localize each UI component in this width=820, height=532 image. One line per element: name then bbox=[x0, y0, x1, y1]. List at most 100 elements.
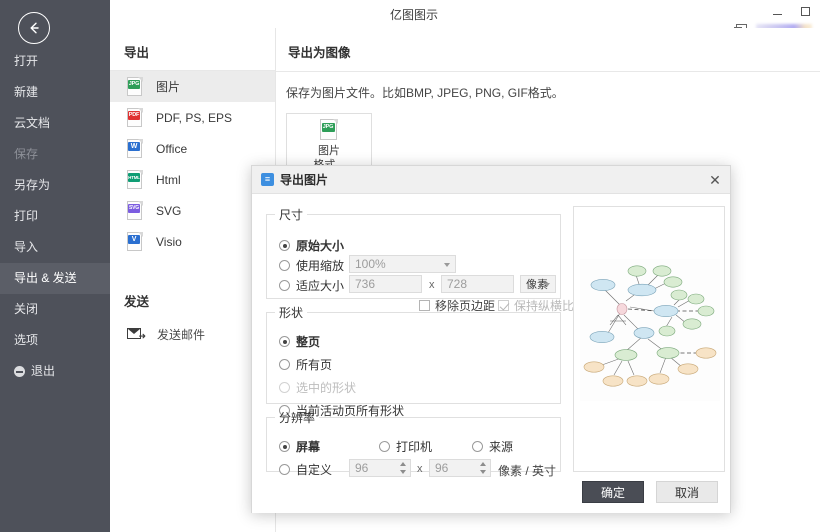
preview-page bbox=[580, 259, 720, 401]
radio-use-scale-button[interactable] bbox=[279, 260, 290, 271]
export-format-label: Office bbox=[156, 141, 188, 156]
radio-original-size[interactable]: 原始大小 bbox=[279, 237, 344, 254]
backstage-menu: 打开 新建 云文档 保存 另存为 打印 导入 导出 & 发送 关闭 选项 退出 bbox=[0, 46, 110, 387]
html-file-icon: HTML bbox=[127, 169, 144, 190]
export-image-dialog: ≡ 导出图片 ✕ 尺寸 原始大小 使用缩放 100% 适应大小 736 x 72… bbox=[251, 165, 731, 513]
radio-source[interactable]: 来源 bbox=[472, 438, 513, 455]
word-tag: W bbox=[128, 141, 140, 151]
dpi-y-stepper[interactable] bbox=[479, 459, 489, 477]
chevron-down-icon bbox=[444, 263, 450, 267]
sidebar-item-export-send[interactable]: 导出 & 发送 bbox=[0, 263, 110, 294]
app-root: 打开 新建 云文档 保存 另存为 打印 导入 导出 & 发送 关闭 选项 退出 … bbox=[0, 0, 820, 532]
radio-printer-button[interactable] bbox=[379, 441, 390, 452]
export-format-label: SVG bbox=[156, 203, 182, 218]
sidebar-item-exit[interactable]: 退出 bbox=[0, 356, 110, 387]
radio-source-button[interactable] bbox=[472, 441, 483, 452]
unit-select[interactable]: 像素 bbox=[520, 275, 556, 293]
radio-fit-size-button[interactable] bbox=[279, 280, 290, 291]
backstage-sidebar: 打开 新建 云文档 保存 另存为 打印 导入 导出 & 发送 关闭 选项 退出 bbox=[0, 0, 110, 532]
dpi-unit-label: 像素 / 英寸 bbox=[498, 464, 557, 478]
mail-icon: ➜ bbox=[127, 327, 146, 341]
sidebar-item-new[interactable]: 新建 bbox=[0, 77, 110, 108]
size-group: 尺寸 原始大小 使用缩放 100% 适应大小 736 x 728 像素 移除页边… bbox=[266, 206, 574, 313]
minimize-button[interactable] bbox=[770, 4, 784, 18]
svg-file-icon: SVG bbox=[127, 200, 144, 221]
scale-select-value: 100% bbox=[355, 257, 386, 271]
export-image-icon: ≡ bbox=[261, 173, 274, 186]
radio-screen-label: 屏幕 bbox=[296, 440, 321, 454]
detail-description: 保存为图片文件。比如BMP, JPEG, PNG, GIF格式。 bbox=[286, 86, 564, 100]
radio-custom-dpi-button[interactable] bbox=[279, 464, 290, 475]
cancel-button[interactable]: 取消 bbox=[656, 481, 718, 503]
jpg-tag: JPG bbox=[128, 79, 140, 89]
sidebar-item-close[interactable]: 关闭 bbox=[0, 294, 110, 325]
radio-all-pages[interactable]: 所有页 bbox=[279, 356, 332, 373]
dialog-title: 导出图片 bbox=[280, 173, 329, 187]
radio-fit-size[interactable]: 适应大小 bbox=[279, 277, 344, 294]
export-format-label: 图片 bbox=[156, 80, 181, 94]
radio-use-scale[interactable]: 使用缩放 bbox=[279, 257, 344, 274]
export-format-label: Html bbox=[156, 172, 181, 187]
size-x-separator: x bbox=[429, 279, 435, 291]
radio-whole-page-label: 整页 bbox=[296, 335, 321, 349]
shape-group: 形状 整页 所有页 选中的形状 当前活动页所有形状 bbox=[266, 304, 561, 418]
title-bar: 亿图图示 bbox=[110, 0, 820, 36]
radio-selected-shapes-label: 选中的形状 bbox=[296, 381, 357, 395]
sidebar-item-save-as[interactable]: 另存为 bbox=[0, 170, 110, 201]
sidebar-item-import[interactable]: 导入 bbox=[0, 232, 110, 263]
jpg-tag: JPG bbox=[321, 122, 335, 132]
pdf-file-icon: PDF bbox=[127, 107, 144, 128]
dialog-buttons: 确定 取消 bbox=[582, 481, 718, 503]
radio-source-label: 来源 bbox=[489, 440, 514, 454]
export-format-label: Visio bbox=[156, 234, 182, 249]
export-format-image[interactable]: JPG 图片 bbox=[110, 71, 275, 102]
image-format-card-line1: 图片 bbox=[318, 144, 340, 157]
export-format-pdf[interactable]: PDF PDF, PS, EPS bbox=[110, 102, 275, 133]
jpg-file-icon: JPG bbox=[319, 118, 339, 141]
chevron-down-icon bbox=[544, 283, 550, 287]
sidebar-item-print[interactable]: 打印 bbox=[0, 201, 110, 232]
visio-tag: V bbox=[128, 234, 140, 244]
exit-icon bbox=[14, 366, 25, 377]
radio-custom-dpi[interactable]: 自定义 bbox=[279, 461, 332, 478]
maximize-button[interactable] bbox=[798, 4, 812, 18]
dialog-body: 尺寸 原始大小 使用缩放 100% 适应大小 736 x 728 像素 移除页边… bbox=[252, 194, 730, 513]
radio-whole-page[interactable]: 整页 bbox=[279, 333, 320, 350]
ok-button[interactable]: 确定 bbox=[582, 481, 644, 503]
radio-screen[interactable]: 屏幕 bbox=[279, 438, 320, 455]
sidebar-item-options[interactable]: 选项 bbox=[0, 325, 110, 356]
pdf-tag: PDF bbox=[128, 110, 140, 120]
dialog-title-bar: ≡ 导出图片 ✕ bbox=[252, 166, 730, 194]
radio-all-pages-button[interactable] bbox=[279, 359, 290, 370]
close-icon[interactable]: ✕ bbox=[707, 172, 723, 188]
radio-printer[interactable]: 打印机 bbox=[379, 438, 432, 455]
export-format-office[interactable]: W Office bbox=[110, 133, 275, 164]
sidebar-item-cloud-docs[interactable]: 云文档 bbox=[0, 108, 110, 139]
word-file-icon: W bbox=[127, 138, 144, 159]
fit-height-input[interactable]: 728 bbox=[441, 275, 514, 293]
back-arrow-icon[interactable] bbox=[18, 12, 50, 44]
radio-selected-shapes-button bbox=[279, 382, 290, 393]
svg-tag: SVG bbox=[128, 203, 140, 213]
fit-width-input[interactable]: 736 bbox=[349, 275, 422, 293]
radio-original-size-button[interactable] bbox=[279, 240, 290, 251]
radio-custom-dpi-label: 自定义 bbox=[296, 463, 333, 477]
scale-select[interactable]: 100% bbox=[349, 255, 456, 273]
jpg-file-icon: JPG bbox=[127, 76, 144, 97]
sidebar-item-exit-label: 退出 bbox=[31, 364, 56, 378]
dpi-x-stepper[interactable] bbox=[399, 459, 409, 477]
resolution-group: 分辨率 屏幕 打印机 来源 自定义 96 x 96 像素 / 英寸 bbox=[266, 409, 561, 478]
sidebar-item-save: 保存 bbox=[14, 147, 39, 161]
window-controls bbox=[770, 4, 812, 18]
radio-screen-button[interactable] bbox=[279, 441, 290, 452]
radio-printer-label: 打印机 bbox=[396, 440, 433, 454]
detail-title: 导出为图像 bbox=[288, 46, 351, 60]
radio-fit-size-label: 适应大小 bbox=[296, 279, 345, 293]
visio-file-icon: V bbox=[127, 231, 144, 252]
window-title: 亿图图示 bbox=[390, 8, 439, 22]
resolution-group-legend: 分辨率 bbox=[279, 411, 316, 425]
radio-selected-shapes: 选中的形状 bbox=[279, 379, 356, 396]
sidebar-item-open[interactable]: 打开 bbox=[0, 46, 110, 77]
export-preview bbox=[573, 206, 725, 472]
radio-whole-page-button[interactable] bbox=[279, 336, 290, 347]
